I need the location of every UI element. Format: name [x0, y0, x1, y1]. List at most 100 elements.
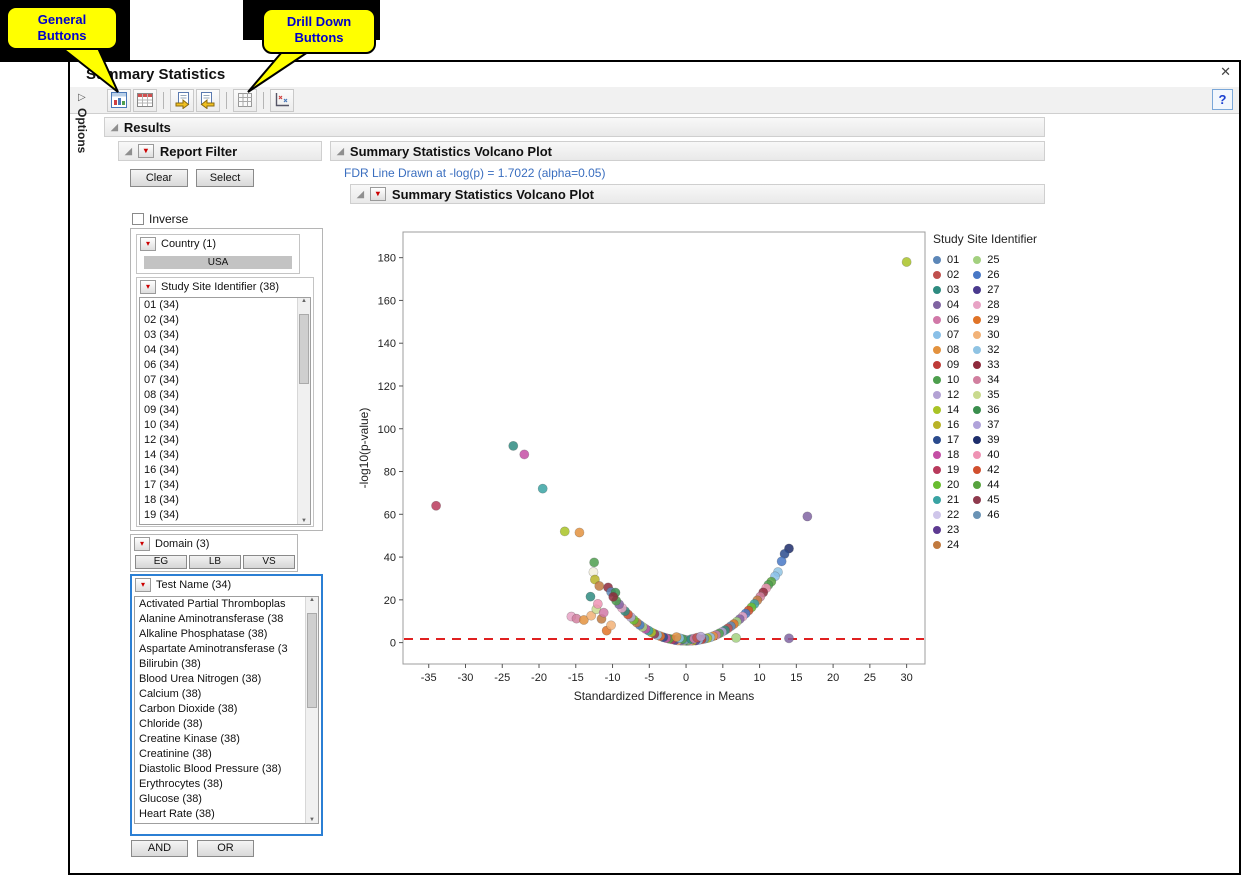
site-list-item[interactable]: 12 (34) — [140, 433, 310, 448]
legend-item[interactable]: 04 — [933, 297, 959, 312]
legend-item[interactable]: 14 — [933, 402, 959, 417]
scroll-down-icon[interactable]: ▼ — [309, 817, 315, 823]
options-tab[interactable]: Options — [75, 108, 89, 153]
legend-item[interactable]: 24 — [933, 537, 959, 552]
site-list-item[interactable]: 04 (34) — [140, 343, 310, 358]
site-list-item[interactable]: 09 (34) — [140, 403, 310, 418]
legend-item[interactable]: 28 — [973, 297, 999, 312]
inverse-checkbox[interactable] — [132, 213, 144, 225]
collapse-icon[interactable]: ◢ — [337, 147, 344, 156]
scroll-track[interactable] — [306, 603, 318, 817]
legend-item[interactable]: 01 — [933, 252, 959, 267]
report-filter-header[interactable]: ◢ ▾ Report Filter — [118, 141, 322, 161]
journal-add-icon[interactable] — [196, 89, 220, 112]
scroll-track[interactable] — [298, 304, 310, 518]
legend-item[interactable]: 23 — [933, 522, 959, 537]
volcano-plot-header[interactable]: ◢ ▾ Summary Statistics Volcano Plot — [350, 184, 1045, 204]
journal-open-icon[interactable] — [170, 89, 194, 112]
test-list-item[interactable]: Erythrocytes (38) — [135, 777, 318, 792]
legend-item[interactable]: 37 — [973, 417, 999, 432]
test-list-scrollbar[interactable]: ▲ ▼ — [305, 597, 318, 823]
data-point[interactable] — [593, 599, 602, 608]
data-table-icon[interactable] — [133, 89, 157, 112]
legend-item[interactable]: 16 — [933, 417, 959, 432]
data-point[interactable] — [520, 450, 529, 459]
test-list-item[interactable]: Carbon Dioxide (38) — [135, 702, 318, 717]
test-list-item[interactable]: Chloride (38) — [135, 717, 318, 732]
legend-item[interactable]: 32 — [973, 342, 999, 357]
legend-item[interactable]: 46 — [973, 507, 999, 522]
site-list-item[interactable]: 06 (34) — [140, 358, 310, 373]
data-point[interactable] — [590, 558, 599, 567]
site-menu-icon[interactable]: ▾ — [140, 280, 156, 294]
legend-item[interactable]: 19 — [933, 462, 959, 477]
legend-item[interactable]: 06 — [933, 312, 959, 327]
legend-item[interactable]: 09 — [933, 357, 959, 372]
legend-item[interactable]: 17 — [933, 432, 959, 447]
or-button[interactable]: OR — [197, 840, 254, 857]
legend-item[interactable]: 26 — [973, 267, 999, 282]
site-list-item[interactable]: 07 (34) — [140, 373, 310, 388]
test-list-item[interactable]: Creatinine (38) — [135, 747, 318, 762]
site-list-item[interactable]: 19 (34) — [140, 508, 310, 523]
legend-item[interactable]: 39 — [973, 432, 999, 447]
site-list-item[interactable]: 10 (34) — [140, 418, 310, 433]
collapse-icon[interactable]: ◢ — [111, 123, 118, 132]
legend-item[interactable]: 22 — [933, 507, 959, 522]
scroll-down-icon[interactable]: ▼ — [301, 518, 307, 524]
site-list-item[interactable]: 18 (34) — [140, 493, 310, 508]
legend-item[interactable]: 35 — [973, 387, 999, 402]
results-section-header[interactable]: ◢ Results — [104, 117, 1045, 137]
test-list-item[interactable]: Calcium (38) — [135, 687, 318, 702]
data-point[interactable] — [609, 592, 618, 601]
collapse-icon[interactable]: ◢ — [357, 190, 364, 199]
data-point[interactable] — [777, 557, 786, 566]
legend-item[interactable]: 10 — [933, 372, 959, 387]
legend-item[interactable]: 02 — [933, 267, 959, 282]
site-list-item[interactable]: 02 (34) — [140, 313, 310, 328]
select-button[interactable]: Select — [196, 169, 254, 187]
scroll-thumb[interactable] — [299, 314, 309, 384]
country-selected-item[interactable]: USA — [144, 256, 292, 269]
site-list-item[interactable]: 17 (34) — [140, 478, 310, 493]
data-point[interactable] — [606, 621, 615, 630]
domain-menu-icon[interactable]: ▾ — [134, 537, 150, 551]
data-point[interactable] — [538, 484, 547, 493]
data-point[interactable] — [431, 501, 440, 510]
test-list-item[interactable]: Alanine Aminotransferase (38 — [135, 612, 318, 627]
legend-item[interactable]: 21 — [933, 492, 959, 507]
site-list-item[interactable]: 08 (34) — [140, 388, 310, 403]
test-list-item[interactable]: Heart Rate (38) — [135, 807, 318, 822]
test-list-item[interactable]: Alkaline Phosphatase (38) — [135, 627, 318, 642]
data-point[interactable] — [784, 634, 793, 643]
legend-item[interactable]: 25 — [973, 252, 999, 267]
legend-item[interactable]: 30 — [973, 327, 999, 342]
legend-item[interactable]: 33 — [973, 357, 999, 372]
data-point[interactable] — [731, 633, 740, 642]
test-list-item[interactable]: Diastolic Blood Pressure (38) — [135, 762, 318, 777]
site-list-item[interactable]: 16 (34) — [140, 463, 310, 478]
legend-item[interactable]: 45 — [973, 492, 999, 507]
site-list-item[interactable]: 14 (34) — [140, 448, 310, 463]
and-button[interactable]: AND — [131, 840, 188, 857]
test-list-item[interactable]: Bilirubin (38) — [135, 657, 318, 672]
legend-item[interactable]: 36 — [973, 402, 999, 417]
data-point[interactable] — [599, 608, 608, 617]
legend-item[interactable]: 27 — [973, 282, 999, 297]
legend-item[interactable]: 29 — [973, 312, 999, 327]
close-icon[interactable]: ✕ — [1220, 64, 1231, 80]
legend-item[interactable]: 44 — [973, 477, 999, 492]
scroll-thumb[interactable] — [307, 613, 317, 708]
site-list-scrollbar[interactable]: ▲ ▼ — [297, 298, 310, 524]
legend-item[interactable]: 03 — [933, 282, 959, 297]
legend-item[interactable]: 07 — [933, 327, 959, 342]
test-list-item[interactable]: Glucose (38) — [135, 792, 318, 807]
data-point[interactable] — [803, 512, 812, 521]
test-name-menu-icon[interactable]: ▾ — [135, 578, 151, 592]
legend-item[interactable]: 42 — [973, 462, 999, 477]
data-point[interactable] — [575, 528, 584, 537]
data-point[interactable] — [672, 632, 681, 641]
legend-item[interactable]: 18 — [933, 447, 959, 462]
data-point[interactable] — [902, 257, 911, 266]
domain-button-eg[interactable]: EG — [135, 555, 187, 569]
